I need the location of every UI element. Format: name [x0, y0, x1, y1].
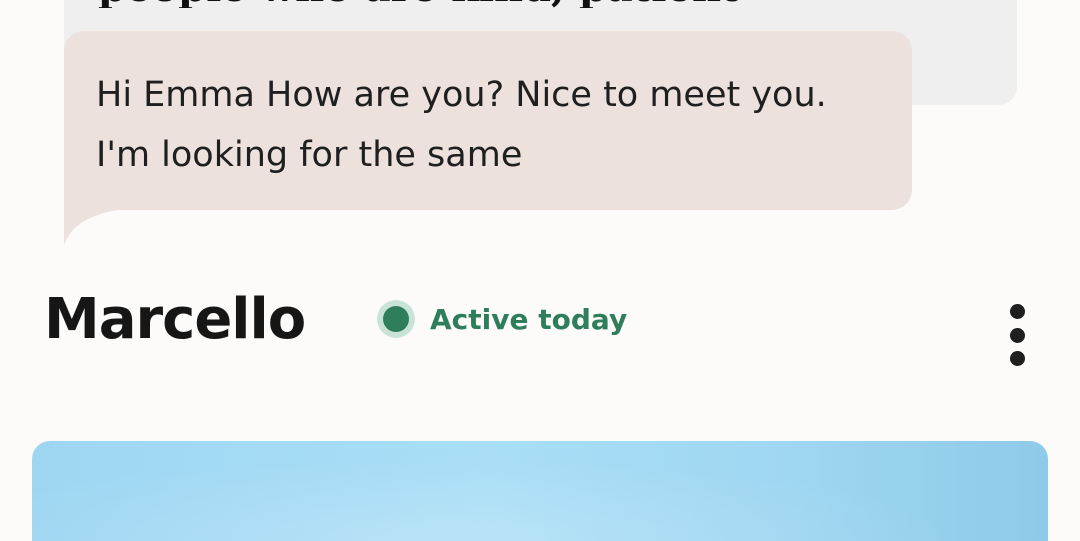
status-text: Active today — [430, 302, 628, 336]
online-dot-icon — [377, 300, 415, 338]
message-bubble[interactable]: Hi Emma How are you? Nice to meet you. I… — [64, 31, 912, 210]
more-options-button[interactable] — [996, 300, 1038, 370]
prompt-answer-clip: people who are kind, patient — [98, 0, 878, 8]
photo-sky — [32, 441, 1048, 541]
bubble-tail — [64, 209, 124, 245]
prompt-answer-text: people who are kind, patient — [98, 0, 740, 8]
more-vertical-icon — [1009, 304, 1025, 366]
active-status: Active today — [376, 298, 627, 340]
profile-photo[interactable] — [32, 441, 1048, 541]
message-text: Hi Emma How are you? Nice to meet you. I… — [96, 75, 827, 175]
profile-name: Marcello — [44, 287, 306, 352]
